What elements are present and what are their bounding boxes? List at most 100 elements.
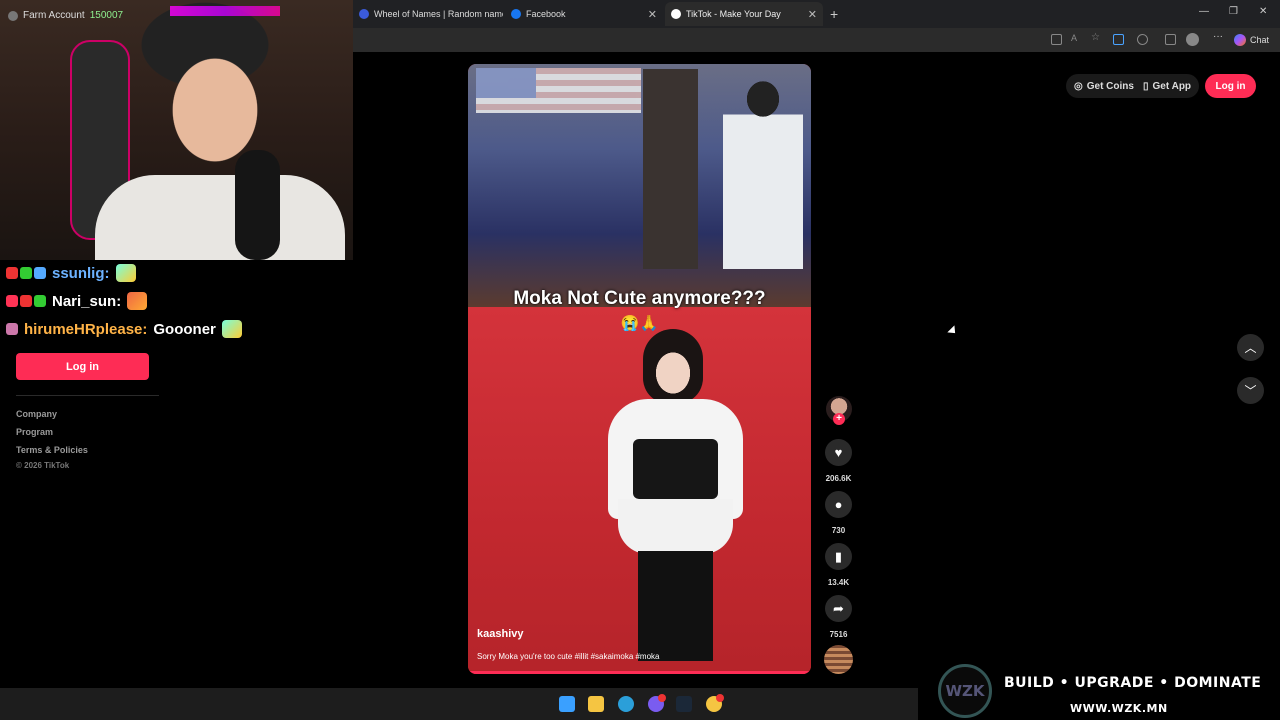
copilot-chat-button[interactable]: Chat [1234,34,1269,46]
get-app-button[interactable]: ▯ Get App [1135,74,1200,98]
comment-icon: ● [834,497,843,512]
video-progress-bar[interactable] [468,671,811,674]
star-badge-icon [34,267,46,279]
chat-emote-icon [115,264,136,282]
chat-emote-icon [127,292,148,310]
follow-plus-icon[interactable]: + [833,413,845,425]
profile-avatar[interactable] [1186,33,1199,46]
sidebar-divider [16,395,159,396]
microphone [235,150,280,260]
footer-link-terms[interactable]: Terms & Policies [16,445,88,455]
window-close-icon[interactable]: ✕ [1259,6,1267,17]
video-author[interactable]: kaashivy [477,628,523,640]
heart-badge-icon [6,267,18,279]
notification-badge [658,694,666,702]
close-icon[interactable]: ✕ [808,8,817,21]
chat-username: Nari_sun: [52,292,122,310]
windows-taskbar [0,688,918,720]
facebook-favicon-icon [511,9,521,19]
video-caption-emoji: 😭🙏 [620,315,659,332]
restore-icon[interactable]: ❐ [1229,6,1238,17]
webcam-label: Farm Account 150007 [8,10,123,21]
collections-icon[interactable] [1165,34,1176,45]
chat-badges [6,295,46,307]
start-menu-icon[interactable] [559,696,575,712]
chat-username: ssunlig: [52,264,110,282]
footer-link-company[interactable]: Company [16,409,57,419]
tab-wheel-of-names[interactable]: Wheel of Names | Random name p ✕ [353,2,503,26]
chevron-up-icon: ︿ [1244,341,1257,355]
chevron-down-icon: ﹀ [1244,384,1257,398]
phone-icon: ▯ [1143,80,1149,92]
comment-button[interactable]: ● [825,491,852,518]
sidebar-login-button[interactable]: Log in [16,353,149,380]
browser-toolbar: A ☆ ··· [353,28,1280,52]
like-count: 206.6K [825,474,852,483]
share-count: 7516 [829,630,848,639]
comment-count: 730 [831,526,846,535]
minimize-icon[interactable]: — [1199,6,1209,17]
close-icon[interactable]: ✕ [648,8,657,21]
video-description: Sorry Moka you're too cute #illit #sakai… [477,652,660,661]
get-coins-button[interactable]: ◎ Get Coins [1066,74,1142,98]
flag-poster [476,68,641,113]
bookmark-icon: ▮ [834,548,843,564]
account-icon [8,10,18,21]
tab-facebook[interactable]: Facebook ✕ [505,2,663,26]
save-count: 13.4K [827,578,850,587]
more-menu-icon[interactable]: ··· [1213,31,1224,42]
tab-tiktok[interactable]: TikTok - Make Your Day ✕ [665,2,823,26]
dancer-legs [638,551,713,661]
video-top-scene [468,64,811,307]
sponsor-logo: WZK [938,664,992,718]
chat-message: hirumeHRplease: Goooner [6,320,242,338]
chat-message: ssunlig: [6,264,136,282]
new-tab-icon[interactable]: + [830,6,838,22]
file-explorer-icon[interactable] [588,696,604,712]
get-app-label: Get App [1152,80,1192,92]
video-caption: Moka Not Cute anymore??? [513,288,766,309]
chat-label: Chat [1250,35,1270,45]
chat-emote-icon [221,320,242,338]
header-login-button[interactable]: Log in [1205,74,1256,98]
dancer-corset [633,439,718,499]
get-coins-label: Get Coins [1086,80,1134,92]
share-button[interactable]: ➦ [825,595,852,622]
edge-browser-icon[interactable] [618,696,634,712]
coin-icon: ◎ [1074,80,1083,92]
previous-video-button[interactable]: ︿ [1237,334,1264,361]
wheel-favicon-icon [359,9,369,19]
heart-icon: ♥ [834,445,843,460]
tab-label: TikTok - Make Your Day [686,9,781,19]
chat-text: Goooner [153,320,216,338]
next-video-button[interactable]: ﹀ [1237,377,1264,404]
sponsor-tagline: BUILD • UPGRADE • DOMINATE [1004,675,1262,691]
sponsor-url: WWW.WZK.MN [1070,702,1168,715]
tab-label: Wheel of Names | Random name p [374,9,503,19]
shelf [643,69,698,269]
split-screen-icon[interactable] [1051,34,1062,45]
extensions-puzzle-icon[interactable] [1137,34,1148,45]
music-disc-icon[interactable] [824,645,853,674]
screen: Wheel of Names | Random name p ✕ Faceboo… [0,0,1280,720]
sword-badge-icon [6,295,18,307]
sub-badge-icon [34,295,46,307]
save-button[interactable]: ▮ [825,543,852,570]
account-amount: 150007 [89,10,124,21]
favorite-star-icon[interactable]: ☆ [1091,32,1102,43]
cardboard-cutout [723,69,803,269]
mouse-cursor-icon [947,325,959,337]
chat-message: Nari_sun: [6,292,148,310]
tiktok-favicon-icon [671,9,681,19]
webcam-overlay: Farm Account 150007 [0,0,353,260]
extension-icon[interactable] [1113,34,1124,45]
read-aloud-icon[interactable]: A [1071,33,1082,44]
chat-badges [6,267,46,279]
sub-badge-icon [20,267,32,279]
steam-icon[interactable] [676,696,692,712]
video-player[interactable]: Moka Not Cute anymore??? 😭🙏 kaashivy Sor… [468,64,811,674]
footer-link-program[interactable]: Program [16,427,53,437]
dancer-skirt [618,499,733,554]
rgb-light [170,6,280,16]
like-button[interactable]: ♥ [825,439,852,466]
